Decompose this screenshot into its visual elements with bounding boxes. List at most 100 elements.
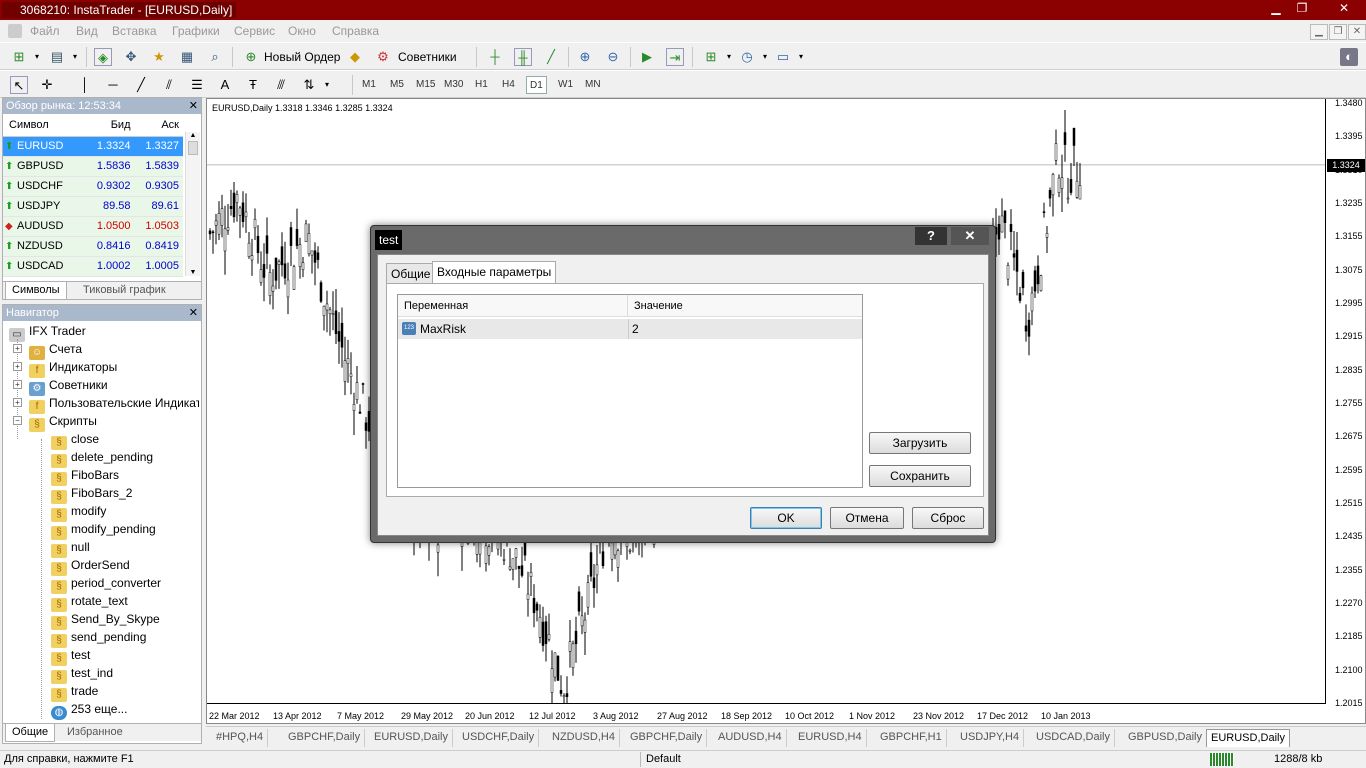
menu-help[interactable]: Справка <box>332 24 379 38</box>
market-row[interactable]: ◆ AUDUSD 1.0500 1.0503 <box>3 216 183 237</box>
advisors-icon[interactable]: ⚙ <box>374 48 392 66</box>
crosshair-icon[interactable]: ✛ <box>38 76 56 94</box>
new-order-icon[interactable]: ⊕ <box>242 48 260 66</box>
bar-chart-icon[interactable]: ┼ <box>486 48 504 66</box>
cancel-button[interactable]: Отмена <box>830 507 904 529</box>
script-item[interactable]: § trade <box>51 682 98 702</box>
market-watch-scrollbar[interactable]: ▲ ▼ <box>185 132 200 276</box>
chart-tab[interactable]: GBPCHF,H1 <box>876 729 947 747</box>
vertical-line-icon[interactable]: │ <box>76 76 94 94</box>
dropdown-arrow-icon[interactable]: ▾ <box>720 48 738 66</box>
favorites-icon[interactable]: ★ <box>150 48 168 66</box>
tree-folder[interactable]: f Индикаторы <box>29 358 117 378</box>
timeframe-m30[interactable]: M30 <box>441 76 466 94</box>
script-item[interactable]: § FiboBars <box>51 466 119 486</box>
market-row[interactable]: ⬆ USDCAD 1.0002 1.0005 <box>3 256 183 277</box>
close-icon[interactable]: ✕ <box>189 305 198 321</box>
maximize-button[interactable]: ❐ <box>1288 0 1316 18</box>
column-header-bid[interactable]: Бид <box>86 114 135 137</box>
dialog-close-button[interactable]: ✕ <box>951 227 989 245</box>
timeframe-d1[interactable]: D1 <box>526 76 547 94</box>
cursor-icon[interactable]: ↖ <box>10 76 28 94</box>
equidistant-channel-icon[interactable]: ⫽ <box>160 76 178 94</box>
load-button[interactable]: Загрузить <box>869 432 971 454</box>
chart-tab[interactable]: GBPUSD,Daily <box>1124 729 1207 747</box>
expand-icon[interactable]: + <box>13 344 22 353</box>
expand-icon[interactable]: + <box>13 398 22 407</box>
chart-tab[interactable]: EURUSD,Daily <box>1206 729 1290 747</box>
script-item[interactable]: § rotate_text <box>51 592 128 612</box>
market-row[interactable]: ⬆ GBPUSD 1.5836 1.5839 <box>3 156 183 177</box>
tree-folder[interactable]: ☺ Счета <box>29 340 82 360</box>
help-button[interactable]: ? <box>915 227 947 245</box>
zoom-in-icon[interactable]: ⊕ <box>576 48 594 66</box>
tab-symbols[interactable]: Символы <box>5 282 67 300</box>
zoom-out-icon[interactable]: ⊖ <box>604 48 622 66</box>
text-icon[interactable]: A <box>216 76 234 94</box>
market-row[interactable]: ⬆ NZDUSD 0.8416 0.8419 <box>3 236 183 257</box>
market-watch-icon[interactable]: ◈ <box>94 48 112 66</box>
tab-common[interactable]: Общие <box>386 263 436 283</box>
table-row[interactable]: 123 MaxRisk 2 <box>398 319 862 339</box>
dropdown-arrow-icon[interactable]: ▾ <box>66 48 84 66</box>
new-chart-icon[interactable]: ⊞ <box>10 48 28 66</box>
script-item[interactable]: § OrderSend <box>51 556 130 576</box>
tab-input-parameters[interactable]: Входные параметры <box>432 261 557 284</box>
script-item[interactable]: § Send_By_Skype <box>51 610 160 630</box>
tree-folder[interactable]: f Пользовательские Индикато <box>29 394 199 414</box>
autoscroll-icon[interactable]: ▶ <box>638 48 656 66</box>
script-item[interactable]: § delete_pending <box>51 448 153 468</box>
periods-icon[interactable]: ◷ <box>738 48 756 66</box>
timeframe-m15[interactable]: M15 <box>413 76 438 94</box>
menu-view[interactable]: Вид <box>76 24 98 38</box>
arrows-icon[interactable]: ⇅ <box>300 76 318 94</box>
mdi-restore-button[interactable]: ❐ <box>1329 24 1347 40</box>
chart-tab[interactable]: USDJPY,H4 <box>956 729 1025 747</box>
dropdown-arrow-icon[interactable]: ▾ <box>318 76 336 94</box>
dropdown-arrow-icon[interactable]: ▾ <box>792 48 810 66</box>
chart-tab[interactable]: NZDUSD,H4 <box>548 729 620 747</box>
templates-icon[interactable]: ▭ <box>774 48 792 66</box>
navigator-icon[interactable]: ✥ <box>122 48 140 66</box>
chart-tab[interactable]: AUDUSD,H4 <box>714 729 787 747</box>
text-label-icon[interactable]: Ŧ <box>244 76 262 94</box>
menu-insert[interactable]: Вставка <box>112 24 157 38</box>
script-item[interactable]: ◍ 253 еще... <box>51 700 127 720</box>
trendline-icon[interactable]: ╱ <box>132 76 150 94</box>
timeframe-m5[interactable]: M5 <box>387 76 407 94</box>
mdi-close-button[interactable]: ✕ <box>1348 24 1366 40</box>
chart-tab[interactable]: EURUSD,H4 <box>794 729 867 747</box>
metaeditor-icon[interactable]: ◆ <box>346 48 364 66</box>
mailbox-icon[interactable]: ◐ <box>1340 48 1358 66</box>
tab-favorites[interactable]: Избранное <box>61 724 129 742</box>
market-row[interactable]: ⬆ USDJPY 89.58 89.61 <box>3 196 183 217</box>
chart-tab[interactable]: USDCAD,Daily <box>1032 729 1115 747</box>
menu-tools[interactable]: Сервис <box>234 24 275 38</box>
close-icon[interactable]: ✕ <box>189 98 198 114</box>
script-item[interactable]: § send_pending <box>51 628 146 648</box>
reset-button[interactable]: Сброс <box>912 507 984 529</box>
profiles-icon[interactable]: ▤ <box>48 48 66 66</box>
terminal-icon[interactable]: ▦ <box>178 48 196 66</box>
column-header-symbol[interactable]: Символ <box>3 114 87 137</box>
tab-common[interactable]: Общие <box>5 724 56 742</box>
market-row[interactable]: ⬆ EURUSD 1.3324 1.3327 <box>3 136 183 157</box>
advisors-button[interactable]: Советники <box>398 47 457 67</box>
column-header-ask[interactable]: Аск <box>134 114 183 137</box>
gann-icon[interactable]: ⫻ <box>272 76 290 94</box>
script-item[interactable]: § period_converter <box>51 574 161 594</box>
chart-tab[interactable]: USDCHF,Daily <box>458 729 540 747</box>
chart-tab[interactable]: GBPCHF,Daily <box>284 729 366 747</box>
chart-tab[interactable]: GBPCHF,Daily <box>626 729 708 747</box>
dropdown-arrow-icon[interactable]: ▾ <box>756 48 774 66</box>
column-header-value[interactable]: Значение <box>628 295 862 317</box>
dropdown-arrow-icon[interactable]: ▾ <box>28 48 46 66</box>
expand-icon[interactable]: + <box>13 362 22 371</box>
menu-charts[interactable]: Графики <box>172 24 220 38</box>
timeframe-h4[interactable]: H4 <box>499 76 518 94</box>
timeframe-m1[interactable]: M1 <box>359 76 379 94</box>
tab-tick-chart[interactable]: Тиковый график <box>77 282 172 300</box>
indicators-icon[interactable]: ⊞ <box>702 48 720 66</box>
new-order-button[interactable]: Новый Ордер <box>264 47 340 67</box>
script-item[interactable]: § test_ind <box>51 664 113 684</box>
